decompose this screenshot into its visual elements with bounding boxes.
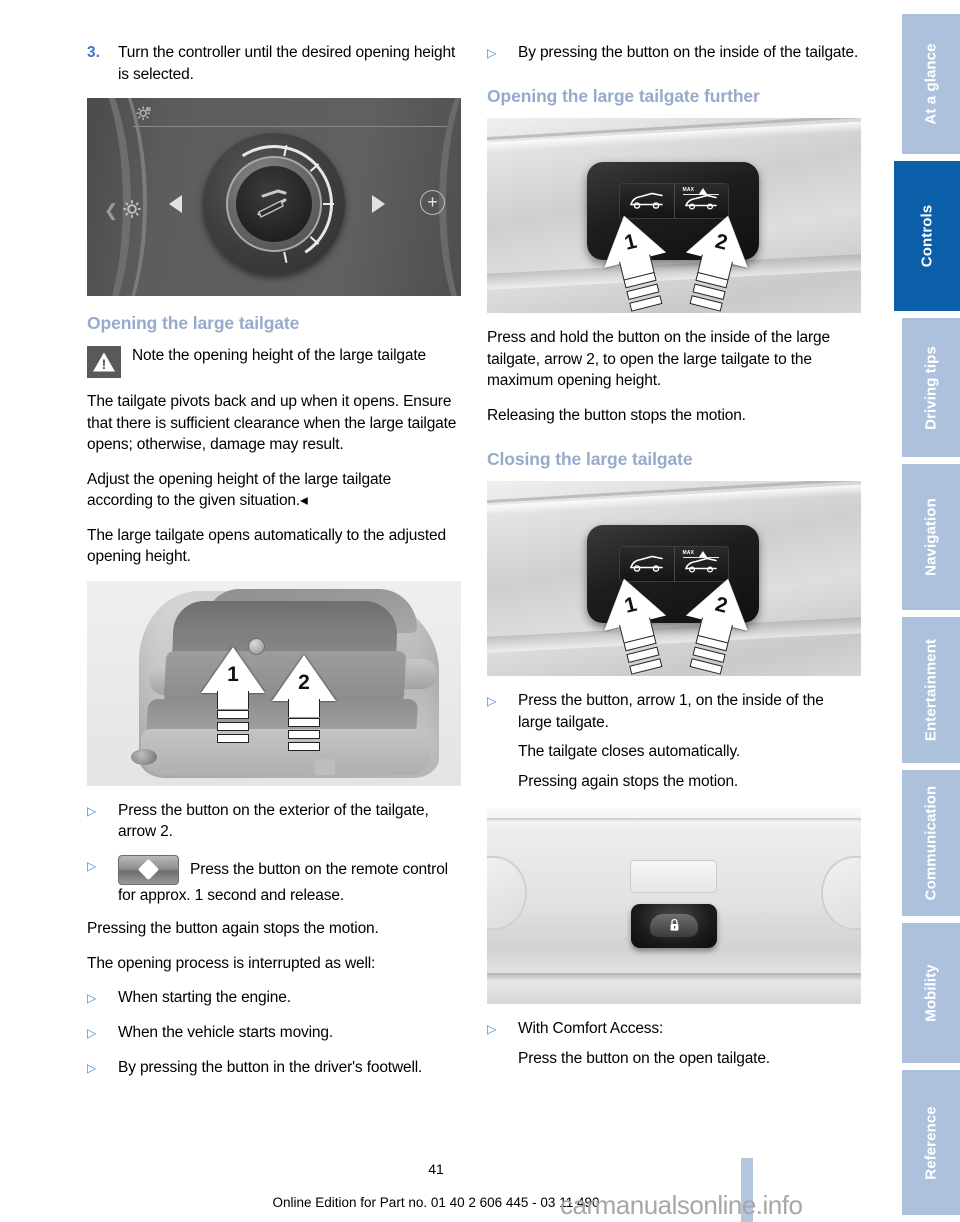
screen-divider-line	[133, 126, 447, 127]
bullet-text: With Comfort Access:	[518, 1020, 664, 1037]
bullet-subtext-2: Pressing again stops the motion.	[518, 772, 739, 790]
right-arrow-icon[interactable]	[372, 195, 385, 213]
bullet-subtext-1: Press the button on the open tailgate.	[518, 1049, 770, 1067]
bullet-inside-tailgate: ▷ By pressing the button on the inside o…	[487, 42, 861, 65]
figure-tailgate-button-panel-1: MAX 1 2	[487, 118, 861, 313]
bullet-starting-engine: ▷ When starting the engine.	[87, 987, 461, 1010]
sidebar-tab-navigation[interactable]: Navigation	[902, 464, 960, 610]
bullet-marker-icon: ▷	[87, 1061, 97, 1075]
chapter-tab-sidebar: At a glance Controls Driving tips Naviga…	[880, 0, 960, 1222]
heading-closing-large-tailgate: Closing the large tailgate	[487, 449, 693, 469]
sidebar-tab-reference[interactable]: Reference	[902, 1070, 960, 1215]
lock-icon	[669, 918, 680, 932]
interior-lamp	[630, 860, 717, 893]
warning-note-body-1: The tailgate pivots back and up when it …	[87, 393, 457, 453]
sidebar-tab-mobility[interactable]: Mobility	[902, 923, 960, 1063]
panel-bottom-edge	[487, 973, 861, 980]
footer-text: Online Edition for Part no. 01 40 2 606 …	[272, 1195, 600, 1210]
figure-idrive-controller: ❮ +	[87, 98, 461, 296]
manual-page: 3. Turn the controller until the desired…	[0, 0, 960, 1222]
sidebar-tab-controls[interactable]: Controls	[894, 161, 960, 311]
bullet-vehicle-moving: ▷ When the vehicle starts moving.	[87, 1022, 461, 1045]
warning-note-title: Note the opening height of the large tai…	[132, 347, 427, 364]
figure-tailgate-close-button	[487, 808, 861, 1004]
callout-arrow-2: 2	[272, 654, 336, 763]
exhaust-pipe	[131, 748, 157, 765]
bullet-marker-icon: ▷	[487, 694, 497, 708]
bullet-text-wrapper: Press the button, arrow 1, on the inside…	[518, 690, 861, 792]
remote-control-key-icon	[118, 854, 179, 885]
footer-row: Online Edition for Part no. 01 40 2 606 …	[0, 1195, 960, 1210]
figure-tailgate-button-panel-2: MAX 1 2	[487, 481, 861, 676]
callout-arrow-2-number: 2	[298, 670, 310, 694]
warning-note-body-2: Adjust the opening height of the large t…	[87, 470, 392, 510]
sidebar-tab-driving-tips[interactable]: Driving tips	[902, 318, 960, 457]
sidebar-tab-communication[interactable]: Communication	[902, 770, 960, 916]
panel-top-edge	[487, 818, 861, 822]
bullet-marker-icon: ▷	[487, 1022, 497, 1036]
para-opening-interrupted: The opening process is interrupted as we…	[87, 954, 376, 972]
para-auto-open: The large tailgate opens automatically t…	[87, 526, 446, 566]
heading-opening-further: Opening the large tailgate further	[487, 86, 760, 106]
bullet-text: Press the button, arrow 1, on the inside…	[518, 692, 824, 731]
figure-car-rear: 1 2	[87, 580, 461, 786]
bullet-marker-icon: ▷	[87, 1026, 97, 1040]
bullet-press-arrow-1: ▷ Press the button, arrow 1, on the insi…	[487, 690, 861, 792]
bullet-marker-icon: ▷	[487, 46, 497, 60]
left-column: 3. Turn the controller until the desired…	[87, 42, 461, 1092]
bullet-text-wrapper: With Comfort Access: Press the button on…	[518, 1018, 861, 1069]
warning-triangle-icon: !	[87, 346, 121, 378]
sidebar-tab-entertainment[interactable]: Entertainment	[902, 617, 960, 763]
bullet-marker-icon: ▷	[87, 803, 97, 818]
step-number: 3.	[87, 44, 100, 61]
max-label: MAX	[682, 550, 695, 556]
settings-gear-icon-top	[135, 105, 153, 128]
heading-opening-large-tailgate: Opening the large tailgate	[87, 313, 300, 333]
warning-note: ! Note the opening height of the large t…	[87, 345, 461, 378]
plus-button-icon[interactable]: +	[420, 190, 445, 215]
bullet-subtext-1: The tailgate closes automatically.	[518, 743, 741, 760]
bullet-text-wrapper: Press the button on the remote control f…	[118, 854, 461, 907]
para-press-and-hold: Press and hold the button on the inside …	[487, 329, 830, 389]
step-text: Turn the controller until the desired op…	[118, 44, 456, 83]
bullet-comfort-access: ▷ With Comfort Access: Press the button …	[487, 1018, 861, 1069]
para-press-again-stops: Pressing the button again stops the moti…	[87, 920, 379, 937]
bullet-text: Press the button on the exterior of the …	[118, 801, 429, 841]
numbered-step-3: 3. Turn the controller until the desired…	[87, 42, 461, 85]
sidebar-tab-at-a-glance[interactable]: At a glance	[902, 14, 960, 154]
callout-arrow-1-number: 1	[227, 662, 239, 686]
bullet-press-exterior: ▷ Press the button on the exterior of th…	[87, 800, 461, 843]
bullet-text: By pressing the button on the inside of …	[518, 44, 859, 61]
bullet-remote-control: ▷ Press the button on the remote control…	[87, 854, 461, 907]
bullet-marker-icon: ▷	[87, 858, 97, 873]
bullet-text: When starting the engine.	[118, 989, 291, 1006]
tailgate-glyph-icon	[245, 182, 303, 222]
left-arrow-icon[interactable]	[169, 195, 182, 213]
bullet-text: By pressing the button in the driver's f…	[118, 1059, 423, 1076]
site-watermark: carmanualsonline.info	[560, 1190, 803, 1220]
page-number-row: 41	[0, 1161, 960, 1177]
max-label: MAX	[682, 187, 695, 193]
para-releasing-stops: Releasing the button stops the motion.	[487, 406, 746, 424]
callout-arrow-1: 1	[201, 646, 265, 755]
bullet-text: When the vehicle starts moving.	[118, 1024, 334, 1041]
right-column: ▷ By pressing the button on the inside o…	[487, 42, 861, 1081]
back-chevron-icon: ❮	[104, 201, 119, 220]
bullet-marker-icon: ▷	[87, 991, 97, 1005]
bullet-footwell-button: ▷ By pressing the button in the driver's…	[87, 1057, 461, 1080]
page-number: 41	[428, 1161, 444, 1177]
settings-gear-icon-left	[121, 198, 143, 225]
